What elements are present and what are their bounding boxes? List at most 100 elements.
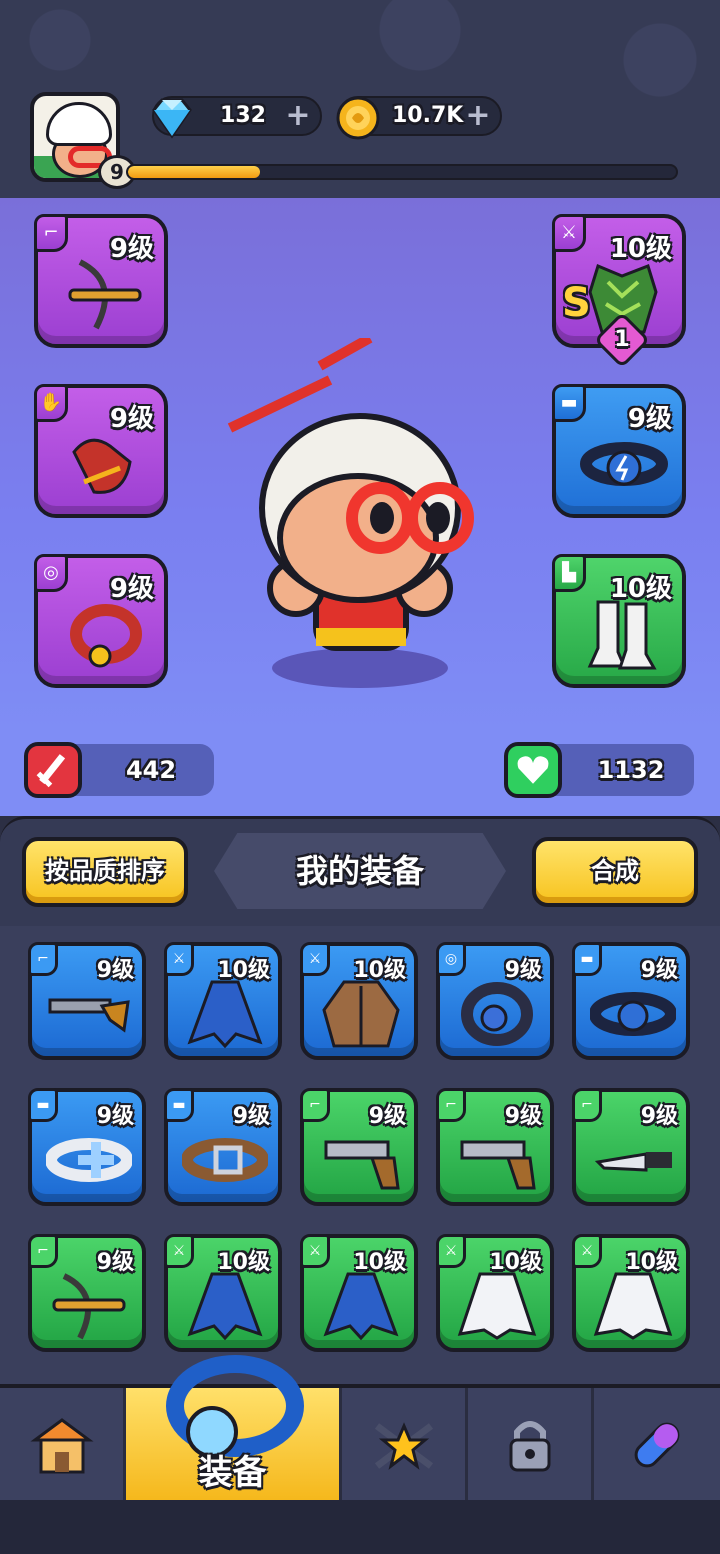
equip-slot-gloves[interactable]: ✋ 9级 <box>34 384 168 518</box>
armor-icon: ⚔ <box>164 1234 194 1268</box>
add-coins-button[interactable]: + <box>464 101 492 131</box>
nav-tab-skills[interactable] <box>594 1388 720 1500</box>
gloves-icon <box>72 438 132 494</box>
stats-bar: 442 1132 <box>0 728 720 816</box>
attack-value: 442 <box>125 756 177 784</box>
inventory-item[interactable]: ▬ 9级 <box>164 1088 282 1206</box>
pistol-icon <box>324 1140 400 1190</box>
glove-icon: ✋ <box>34 384 68 422</box>
gem-counter: 132 + <box>152 96 322 139</box>
inventory-item[interactable]: ⚔ 10级 <box>164 942 282 1060</box>
inventory-item[interactable]: ⌐ 9级 <box>572 1088 690 1206</box>
cape-icon <box>187 1272 263 1341</box>
hero-character <box>227 338 474 688</box>
gold-coin-icon <box>336 96 380 140</box>
weapon-icon: ⌐ <box>28 1234 58 1268</box>
lock-icon <box>509 1421 550 1472</box>
inventory-item[interactable]: ⌐ 9级 <box>436 1088 554 1206</box>
heart-icon <box>504 742 562 798</box>
xp-bar <box>126 164 678 180</box>
star-weapons-icon <box>374 1422 433 1470</box>
merge-button[interactable]: 合成 <box>532 837 698 907</box>
white-belt-icon <box>46 1138 132 1182</box>
belt-icon: ▬ <box>28 1088 58 1122</box>
nav-tab-shop[interactable] <box>0 1388 126 1500</box>
inventory-item[interactable]: ⌐ 9级 <box>28 942 146 1060</box>
weapon-icon: ⌐ <box>300 1088 330 1122</box>
inventory-item[interactable]: ▬ 9级 <box>572 942 690 1060</box>
health-stat: 1132 <box>504 742 694 798</box>
nav-tab-talents[interactable] <box>342 1388 468 1500</box>
attack-stat: 442 <box>24 742 214 798</box>
cape-icon <box>187 980 263 1049</box>
system-bottom-bar <box>0 1500 720 1554</box>
equip-slot-ring[interactable]: ◎ 9级 <box>34 554 168 688</box>
armor-icon: ⚔ <box>552 214 586 252</box>
armor-icon: ⚔ <box>572 1234 602 1268</box>
crossbow-icon <box>52 1273 126 1340</box>
jacket-icon <box>322 980 400 1048</box>
inventory-item[interactable]: ⚔ 10级 <box>436 1234 554 1352</box>
xp-bar-fill <box>128 166 260 178</box>
equip-slot-armor[interactable]: ⚔ 10级 S 1 <box>552 214 686 369</box>
ring-icon: ◎ <box>34 554 68 592</box>
armor-icon: ⚔ <box>436 1234 466 1268</box>
belt-icon: ▬ <box>552 384 586 422</box>
belt-item-icon <box>590 992 676 1036</box>
inventory-item[interactable]: ⚔ 10级 <box>164 1234 282 1352</box>
white-coat-icon <box>593 1272 673 1340</box>
armor-icon: ⚔ <box>300 942 330 976</box>
inventory-header: 按品质排序 我的装备 合成 <box>0 816 720 926</box>
inventory-item[interactable]: ⌐ 9级 <box>28 1234 146 1352</box>
coin-amount: 10.7K <box>392 103 464 128</box>
inventory-item[interactable]: ◎ 9级 <box>436 942 554 1060</box>
inventory-item[interactable]: ⚔ 10级 <box>300 1234 418 1352</box>
dark-ring-icon <box>461 982 533 1046</box>
inventory-item[interactable]: ⚔ 10级 <box>300 942 418 1060</box>
belt-icon: ▬ <box>572 942 602 976</box>
crossbow-icon <box>68 259 142 330</box>
nav-tab-label: 装备 <box>198 1453 267 1493</box>
boots-item-icon <box>587 600 657 670</box>
capsule-icon <box>634 1422 680 1468</box>
ring-item-icon <box>70 604 142 668</box>
weapon-icon: ⌐ <box>28 942 58 976</box>
belt-item-icon <box>580 442 668 486</box>
belt-icon: ▬ <box>164 1088 194 1122</box>
nav-tab-equipment[interactable]: 装备 <box>126 1355 342 1500</box>
ring-icon: ◎ <box>436 942 466 976</box>
pistol-icon <box>460 1140 536 1190</box>
health-value: 1132 <box>597 756 665 784</box>
inventory-title: 我的装备 <box>214 833 506 909</box>
avatar-hat <box>46 102 112 146</box>
shotgun-icon <box>48 998 130 1033</box>
white-coat-icon <box>457 1272 537 1340</box>
coin-counter: 10.7K + <box>336 96 502 140</box>
bottom-navigation: 装备 <box>0 1355 720 1500</box>
equip-slot-weapon[interactable]: ⌐ 9级 <box>34 214 168 348</box>
weapon-icon: ⌐ <box>436 1088 466 1122</box>
character-panel: ⌐ 9级 ✋ 9级 ◎ 9级 ⚔ 10级 S 1 ▬ 9级 ▙ 10级 <box>0 198 720 728</box>
knife-icon <box>594 1152 672 1172</box>
leather-belt-icon <box>182 1138 268 1182</box>
inventory-item[interactable]: ⚔ 10级 <box>572 1234 690 1352</box>
inventory-grid: ⌐ 9级 ⚔ 10级 ⚔ 10级 ◎ 9级 ▬ 9级 ▬ 9级 ▬ 9级 ⌐ 9… <box>0 926 720 1386</box>
equip-slot-boots[interactable]: ▙ 10级 <box>552 554 686 688</box>
armor-icon: ⚔ <box>300 1234 330 1268</box>
diamond-icon <box>152 98 192 139</box>
grade-label: S <box>562 280 591 326</box>
cape-icon <box>323 1272 399 1341</box>
top-bar: 9 132 + 10.7K + <box>0 0 720 198</box>
equip-slot-belt[interactable]: ▬ 9级 <box>552 384 686 518</box>
boot-icon: ▙ <box>552 554 586 592</box>
armor-icon: ⚔ <box>164 942 194 976</box>
sort-by-quality-button[interactable]: 按品质排序 <box>22 837 188 907</box>
inventory-item[interactable]: ▬ 9级 <box>28 1088 146 1206</box>
weapon-icon: ⌐ <box>572 1088 602 1122</box>
gem-amount: 132 <box>220 103 266 128</box>
weapon-icon: ⌐ <box>34 214 68 252</box>
nav-tab-locked[interactable] <box>468 1388 594 1500</box>
inventory-item[interactable]: ⌐ 9级 <box>300 1088 418 1206</box>
shop-icon <box>29 1418 94 1474</box>
add-gems-button[interactable]: + <box>284 101 312 131</box>
